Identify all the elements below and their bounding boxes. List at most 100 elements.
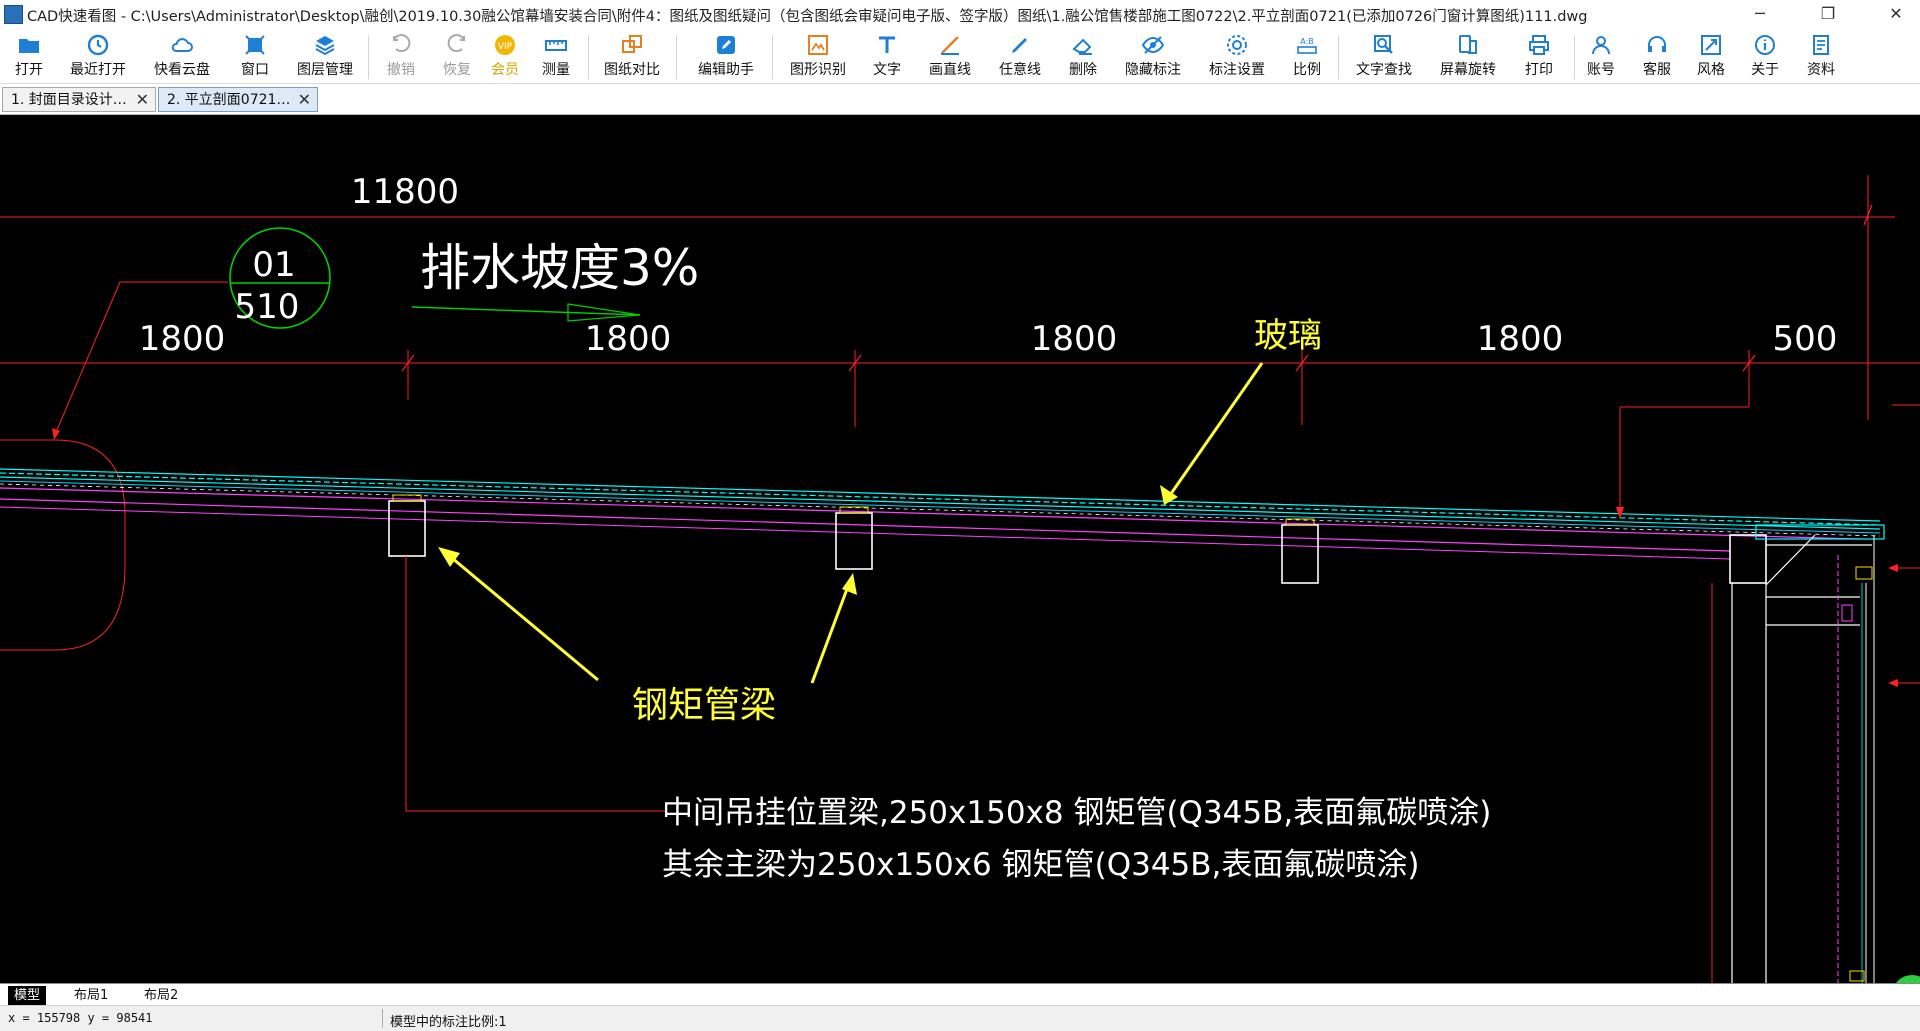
measure-button[interactable]: 测量 bbox=[530, 31, 582, 81]
dim-settings-button[interactable]: 标注设置 bbox=[1200, 31, 1274, 81]
overall-dimension-text: 11800 bbox=[351, 172, 459, 212]
vip-button[interactable]: VIP 会员 bbox=[480, 31, 530, 81]
open-button[interactable]: 打开 bbox=[4, 31, 54, 81]
main-toolbar: 打开 最近打开 快看云盘 窗口 图层管理 撤销 恢复 VIP 会员 测量 图纸对… bbox=[0, 29, 1920, 84]
eye-hidden-icon bbox=[1141, 36, 1165, 54]
find-text-button[interactable]: 文字查找 bbox=[1348, 31, 1420, 81]
tab-layout-1[interactable]: 布局1 bbox=[68, 986, 114, 1005]
tab-layout-2[interactable]: 布局2 bbox=[138, 986, 184, 1005]
dimension-text-2: 1800 bbox=[585, 319, 672, 359]
scale-button[interactable]: A:B 比例 bbox=[1284, 31, 1330, 81]
compare-icon bbox=[622, 35, 642, 53]
close-button[interactable]: ✕ bbox=[1876, 2, 1916, 27]
glass-arrow bbox=[1166, 362, 1264, 499]
beam-arrow-1 bbox=[445, 551, 599, 682]
dimension-text-3: 1800 bbox=[1031, 319, 1118, 359]
search-icon bbox=[1374, 35, 1393, 54]
vip-icon: VIP bbox=[495, 35, 515, 55]
undo-icon bbox=[393, 34, 411, 53]
layout-tabs: 模型 布局1 布局2 bbox=[0, 983, 1920, 1006]
dimension-text-5: 500 bbox=[1773, 319, 1838, 359]
recent-button[interactable]: 最近打开 bbox=[62, 31, 134, 81]
floating-badge[interactable] bbox=[1892, 975, 1920, 1015]
note-line-2: 其余主梁为250x150x6 钢矩管(Q345B,表面氟碳喷涂) bbox=[662, 847, 1420, 883]
tab-plan-section[interactable]: 2. 平立剖面0721… ✕ bbox=[158, 87, 318, 112]
edge-beam bbox=[1729, 534, 1767, 584]
layers-icon bbox=[315, 36, 335, 56]
cloud-button[interactable]: 快看云盘 bbox=[146, 31, 218, 81]
style-button[interactable]: 风格 bbox=[1686, 31, 1736, 81]
undo-button[interactable]: 撤销 bbox=[376, 31, 426, 81]
clock-icon bbox=[87, 34, 109, 56]
toolbar-separator bbox=[1574, 35, 1575, 79]
vip-badge-text: VIP bbox=[498, 42, 513, 52]
tab-close-icon[interactable]: ✕ bbox=[136, 88, 149, 112]
status-bar: x = 155798 y = 98541 模型中的标注比例:1 bbox=[0, 1005, 1920, 1031]
freeline-button[interactable]: 任意线 bbox=[990, 31, 1050, 81]
toolbar-separator bbox=[772, 35, 773, 79]
rotate-screen-icon bbox=[1459, 35, 1477, 54]
glass-label: 玻璃 bbox=[1254, 316, 1322, 356]
line-icon bbox=[941, 36, 959, 55]
about-button[interactable]: 关于 bbox=[1740, 31, 1790, 81]
edit-assistant-icon bbox=[717, 36, 735, 54]
app-icon bbox=[4, 5, 23, 24]
toolbar-separator bbox=[676, 35, 677, 79]
redo-button[interactable]: 恢复 bbox=[432, 31, 482, 81]
docs-button[interactable]: 资料 bbox=[1796, 31, 1846, 81]
headset-icon bbox=[1648, 36, 1666, 52]
compare-button[interactable]: 图纸对比 bbox=[596, 31, 668, 81]
note-leader bbox=[405, 556, 665, 812]
slope-arrow bbox=[411, 306, 641, 316]
assistant-button[interactable]: 编辑助手 bbox=[688, 31, 764, 81]
delete-button[interactable]: 删除 bbox=[1058, 31, 1108, 81]
steel-beam-1 bbox=[388, 500, 426, 557]
document-tabs: 1. 封面目录设计… ✕ 2. 平立剖面0721… ✕ bbox=[0, 84, 1920, 115]
account-button[interactable]: 账号 bbox=[1576, 31, 1626, 81]
folder-icon bbox=[19, 39, 39, 53]
scale-icon: A:B bbox=[1297, 37, 1317, 54]
hide-dim-button[interactable]: 隐藏标注 bbox=[1118, 31, 1188, 81]
window-button[interactable]: 窗口 bbox=[230, 31, 280, 81]
window-icon bbox=[245, 35, 265, 55]
maximize-button[interactable]: ❐ bbox=[1808, 2, 1848, 27]
ruler-icon bbox=[545, 40, 567, 51]
document-icon bbox=[1813, 35, 1829, 55]
layers-button[interactable]: 图层管理 bbox=[290, 31, 360, 81]
tab-model[interactable]: 模型 bbox=[8, 986, 47, 1005]
print-button[interactable]: 打印 bbox=[1514, 31, 1564, 81]
tab-close-icon[interactable]: ✕ bbox=[298, 88, 311, 112]
status-divider bbox=[382, 1009, 383, 1028]
svg-text:A:B: A:B bbox=[1300, 37, 1314, 46]
note-line-1: 中间吊挂位置梁,250x150x8 钢矩管(Q345B,表面氟碳喷涂) bbox=[662, 795, 1491, 831]
eraser-icon bbox=[1072, 38, 1092, 55]
beam-label: 钢矩管梁 bbox=[632, 685, 776, 726]
steel-beam-3 bbox=[1281, 524, 1319, 584]
text-button[interactable]: 文字 bbox=[864, 31, 910, 81]
toolbar-separator bbox=[1338, 35, 1339, 79]
toolbar-separator bbox=[588, 35, 589, 79]
section-number-bottom: 510 bbox=[235, 287, 300, 327]
shape-recognize-icon bbox=[808, 35, 828, 55]
minimize-button[interactable]: ─ bbox=[1740, 2, 1780, 27]
line-button[interactable]: 画直线 bbox=[920, 31, 980, 81]
info-icon bbox=[1755, 35, 1775, 55]
title-bar: CAD快速看图 - C:\Users\Administrator\Desktop… bbox=[0, 0, 1920, 29]
redo-icon bbox=[447, 34, 465, 53]
cloud-icon bbox=[171, 38, 193, 52]
rotate-button[interactable]: 屏幕旋转 bbox=[1432, 31, 1504, 81]
slope-text: 排水坡度3% bbox=[420, 239, 699, 297]
drawing-canvas[interactable]: 11800 01 510 排水坡度3% 1800 1800 1800 1800 … bbox=[0, 115, 1920, 1015]
profile-line bbox=[0, 487, 1861, 540]
dimension-text-4: 1800 bbox=[1477, 319, 1564, 359]
printer-icon bbox=[1529, 35, 1549, 55]
style-icon bbox=[1701, 35, 1721, 55]
user-icon bbox=[1592, 36, 1610, 55]
toolbar-separator bbox=[368, 35, 369, 79]
steel-beam-2 bbox=[835, 512, 873, 570]
recognize-button[interactable]: 图形识别 bbox=[782, 31, 854, 81]
tab-cover-directory[interactable]: 1. 封面目录设计… ✕ bbox=[2, 87, 156, 112]
pen-icon bbox=[1012, 38, 1027, 53]
beam-arrow-2 bbox=[810, 580, 852, 684]
service-button[interactable]: 客服 bbox=[1632, 31, 1682, 81]
